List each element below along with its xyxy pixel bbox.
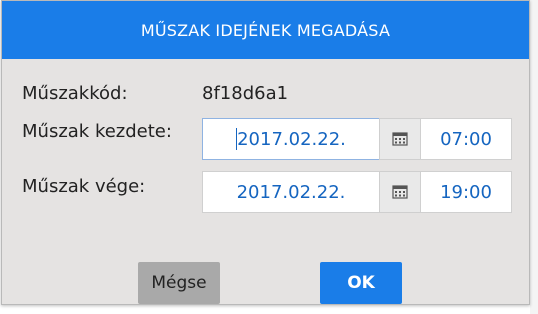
shift-code-value: 8f18d6a1 [202, 83, 289, 104]
shift-end-date-input[interactable]: 2017.02.22. [202, 171, 380, 213]
ok-button[interactable]: OK [320, 262, 402, 304]
background-scrollbar[interactable] [530, 0, 538, 314]
shift-start-label: Műszak kezdete: [22, 121, 172, 142]
shift-start-time-input[interactable]: 07:00 [420, 118, 512, 160]
shift-time-dialog: MŰSZAK IDEJÉNEK MEGADÁSA Műszakkód: 8f18… [1, 0, 530, 305]
calendar-icon [392, 132, 408, 146]
shift-start-date-value: 2017.02.22. [237, 128, 346, 150]
shift-end-label: Műszak vége: [22, 176, 146, 197]
dialog-title: MŰSZAK IDEJÉNEK MEGADÁSA [2, 1, 529, 59]
shift-end-time-input[interactable]: 19:00 [420, 171, 512, 213]
shift-code-label: Műszakkód: [22, 83, 128, 104]
shift-end-calendar-button[interactable] [379, 171, 421, 213]
shift-start-date-input[interactable]: 2017.02.22. [202, 118, 380, 160]
cancel-button[interactable]: Mégse [138, 262, 220, 304]
calendar-icon [392, 185, 408, 199]
shift-start-calendar-button[interactable] [379, 118, 421, 160]
